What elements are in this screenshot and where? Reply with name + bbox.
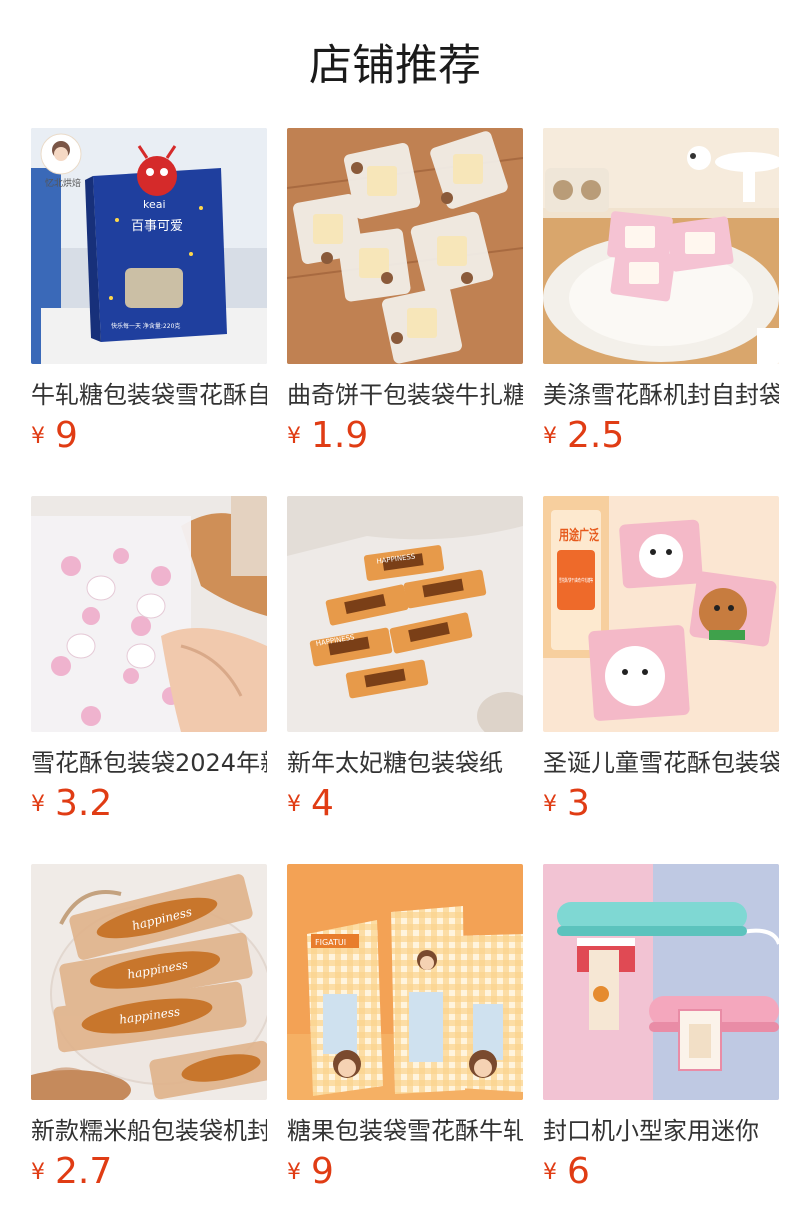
price-value: 2.7 [55, 1151, 113, 1192]
product-name[interactable]: 新年太妃糖包装袋纸 [287, 746, 523, 780]
bag-text: FIGATUI [315, 938, 346, 947]
product-price: ¥9 [287, 1151, 334, 1195]
product-price: ¥4 [287, 783, 334, 827]
banner-subtitle: 雪花酥/饼干/曲奇/牛轧糖等 [559, 577, 593, 584]
product-name[interactable]: 封口机小型家用迷你 [543, 1114, 779, 1148]
currency-symbol: ¥ [287, 424, 301, 449]
product-card[interactable]: 美涤雪花酥机封自封袋 ¥2.5 [543, 128, 779, 463]
product-image[interactable] [31, 496, 267, 732]
product-name[interactable]: 糖果包装袋雪花酥牛轧 [287, 1114, 523, 1148]
price-value: 2.5 [567, 415, 625, 456]
product-name[interactable]: 圣诞儿童雪花酥包装袋 [543, 746, 779, 780]
price-value: 1.9 [311, 415, 369, 456]
currency-symbol: ¥ [31, 792, 45, 817]
product-card[interactable]: 曲奇饼干包装袋牛扎糖 ¥1.9 [287, 128, 523, 463]
currency-symbol: ¥ [287, 1160, 301, 1185]
currency-symbol: ¥ [31, 424, 45, 449]
currency-symbol: ¥ [287, 792, 301, 817]
product-image[interactable] [543, 128, 779, 364]
product-image[interactable] [287, 128, 523, 364]
product-name[interactable]: 曲奇饼干包装袋牛扎糖 [287, 378, 523, 412]
product-name[interactable]: 牛轧糖包装袋雪花酥自封袋 [31, 378, 267, 412]
product-price: ¥2.5 [543, 415, 624, 459]
product-name[interactable]: 新款糯米船包装袋机封 [31, 1114, 267, 1148]
product-name[interactable]: 美涤雪花酥机封自封袋 [543, 378, 779, 412]
box-slogan-text: 百事可爱 [131, 219, 183, 234]
product-card[interactable]: 雪花酥包装袋2024年新款 ¥3.2 [31, 496, 267, 831]
product-card[interactable]: FIGATUI 糖果包装袋雪花酥牛轧 ¥9 [287, 864, 523, 1199]
price-value: 9 [311, 1151, 334, 1192]
shop-logo-text: 忆北烘焙 [45, 177, 81, 189]
currency-symbol: ¥ [543, 424, 557, 449]
section-title: 店铺推荐 [309, 41, 481, 91]
product-price: ¥9 [31, 415, 78, 459]
product-image[interactable]: happiness happiness happiness [31, 864, 267, 1100]
product-image[interactable] [543, 864, 779, 1100]
price-value: 4 [311, 783, 334, 824]
product-price: ¥2.7 [31, 1151, 112, 1195]
price-value: 6 [567, 1151, 590, 1192]
product-price: ¥3 [543, 783, 590, 827]
currency-symbol: ¥ [31, 1160, 45, 1185]
product-image[interactable]: keai 百事可爱 快乐每一天 净含量:220克 忆北烘焙 [31, 128, 267, 364]
product-price: ¥3.2 [31, 783, 112, 827]
product-image[interactable]: HAPPINESS HAPPINESS [287, 496, 523, 732]
product-price: ¥6 [543, 1151, 590, 1195]
product-card[interactable]: 用途广泛 雪花酥/饼干/曲奇/牛轧糖等 圣诞儿童雪花酥包装袋 ¥ 3 [543, 496, 779, 831]
price-value: 9 [55, 415, 78, 456]
product-card[interactable]: keai 百事可爱 快乐每一天 净含量:220克 忆北烘焙 牛轧糖包装袋雪花酥自… [31, 128, 267, 463]
price-value: 3.2 [55, 783, 113, 824]
product-card[interactable]: HAPPINESS HAPPINESS 新年太妃糖包装袋纸 ¥4 [287, 496, 523, 831]
box-small-text: 快乐每一天 净含量:220克 [111, 322, 180, 330]
currency-symbol: ¥ [543, 1160, 557, 1185]
product-image[interactable]: FIGATUI [287, 864, 523, 1100]
currency-symbol: ¥ [543, 792, 557, 817]
box-brand-text: keai [143, 198, 166, 211]
product-name[interactable]: 雪花酥包装袋2024年新款 [31, 746, 267, 780]
product-image[interactable]: 用途广泛 雪花酥/饼干/曲奇/牛轧糖等 [543, 496, 779, 732]
product-card[interactable]: happiness happiness happiness 新款糯米船包装袋机封… [31, 864, 267, 1199]
product-card[interactable]: 封口机小型家用迷你 ¥6 [543, 864, 779, 1199]
price-value: 3 [567, 783, 590, 824]
banner-title: 用途广泛 [559, 527, 599, 544]
product-price: ¥1.9 [287, 415, 368, 459]
